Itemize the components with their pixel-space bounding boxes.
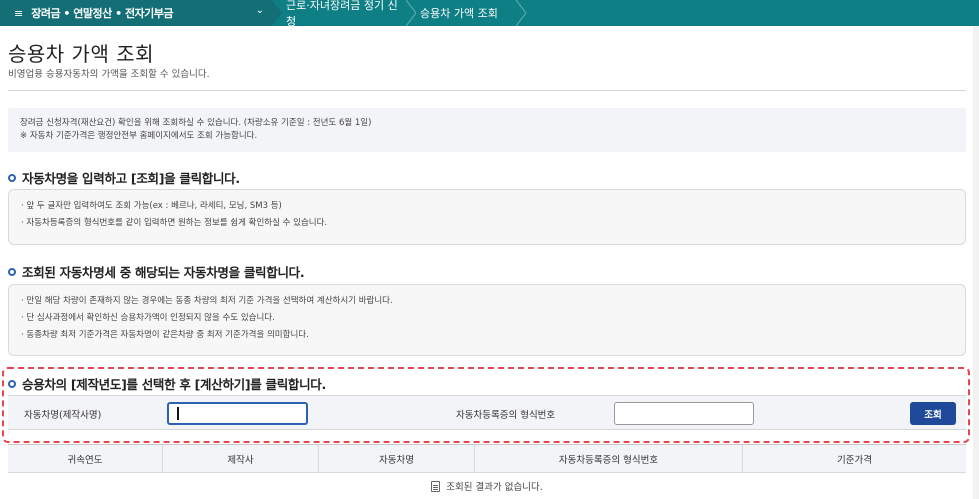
chevron-down-icon[interactable]: ⌄ — [256, 5, 264, 16]
main-menu-title: 장려금 • 연말정산 • 전자기부금 — [31, 7, 174, 20]
column-header-base-price: 기준가격 — [837, 454, 872, 466]
bullet-circle-icon — [8, 379, 16, 388]
guide-line: · 앞 두 글자만 입력하여도 조회 가능(ex : 베르나, 라세티, 모닝,… — [21, 201, 282, 211]
page-title: 승용차 가액 조회 — [8, 42, 155, 66]
guide-line: · 만일 해당 차량이 존재하지 않는 경우에는 동종 차량의 최저 기준 가격… — [21, 296, 393, 306]
step3-heading: 승용차의 [제작년도]를 선택한 후 [계산하기]를 클릭합니다. — [8, 374, 326, 393]
step3-heading-text: 승용차의 [제작년도]를 선택한 후 [계산하기]를 클릭합니다. — [22, 377, 326, 392]
model-number-input[interactable] — [614, 402, 754, 425]
step2-guide-box: · 만일 해당 차량이 존재하지 않는 경우에는 동종 차량의 최저 기준 가격… — [8, 284, 966, 356]
guide-line: · 단 심사과정에서 확인하신 승용차가액이 인정되지 않을 수도 있습니다. — [21, 313, 275, 323]
top-nav-bar: ≡ 장려금 • 연말정산 • 전자기부금 ⌄ 근로·자녀장려금 정기 신청 승용… — [0, 0, 979, 28]
car-name-input[interactable] — [167, 402, 308, 425]
step1-heading: 자동차명을 입력하고 [조회]을 클릭합니다. — [8, 168, 240, 187]
breadcrumb-label: 근로·자녀장려금 정기 신청 — [286, 0, 398, 28]
info-box: 장려금 신청자격(재산요건) 확인을 위해 조회하실 수 있습니다. (차량소유… — [8, 108, 966, 152]
column-header-year: 귀속연도 — [8, 445, 163, 472]
page-subtitle: 비영업용 승용자동차의 가액을 조회할 수 있습니다. — [8, 69, 210, 80]
empty-message: 조회된 결과가 없습니다. — [446, 482, 543, 493]
text-caret — [177, 407, 179, 420]
step1-guide-box: · 앞 두 글자만 입력하여도 조회 가능(ex : 베르나, 라세티, 모닝,… — [8, 189, 966, 245]
guide-line: · 동종차량 최저 기준가격은 자동차명이 같은차량 중 최저 기준가격을 의미… — [21, 330, 309, 340]
car-name-label: 자동차명(제작사명) — [24, 410, 102, 421]
guide-line: · 자동차등록증의 형식번호를 같이 입력하면 원하는 정보를 쉽게 확인하실 … — [21, 218, 328, 228]
document-icon — [431, 480, 441, 492]
divider — [8, 90, 966, 91]
model-number-label: 자동차등록증의 형식번호 — [456, 410, 556, 421]
info-line: 장려금 신청자격(재산요건) 확인을 위해 조회하실 수 있습니다. (차량소유… — [20, 118, 372, 128]
breadcrumb-item-1[interactable]: 근로·자녀장려금 정기 신청 — [272, 0, 406, 28]
column-header-car-name: 자동차명 — [319, 445, 475, 472]
results-empty-row: 조회된 결과가 없습니다. — [8, 473, 966, 499]
breadcrumb-separator — [516, 0, 526, 26]
results-table-header: 귀속연도 제작사 자동차명 자동차등록증의 형식번호 기준가격 — [8, 444, 966, 473]
hamburger-icon[interactable]: ≡ — [14, 7, 23, 20]
step1-heading-text: 자동차명을 입력하고 [조회]을 클릭합니다. — [22, 171, 240, 186]
bullet-circle-icon — [8, 173, 16, 182]
main-menu-dropdown[interactable]: ≡ 장려금 • 연말정산 • 전자기부금 ⌄ — [0, 0, 272, 26]
page-scrollbar[interactable] — [973, 26, 979, 499]
step2-heading-text: 조회된 자동차명세 중 해당되는 자동차명을 클릭합니다. — [22, 265, 305, 280]
column-header-model-number: 자동차등록증의 형식번호 — [475, 445, 743, 472]
info-note: ※ 자동차 기준가격은 행정안전부 홈페이지에서도 조회 가능합니다. — [20, 131, 258, 141]
search-form: 자동차명(제작사명) 자동차등록증의 형식번호 조회 — [8, 395, 966, 430]
bullet-circle-icon — [8, 267, 16, 276]
column-header-maker: 제작사 — [163, 445, 319, 472]
step2-heading: 조회된 자동차명세 중 해당되는 자동차명을 클릭합니다. — [8, 262, 305, 281]
search-button[interactable]: 조회 — [910, 402, 956, 425]
breadcrumb-item-2[interactable]: 승용차 가액 조회 — [406, 0, 516, 26]
breadcrumb-label: 승용차 가액 조회 — [420, 7, 498, 20]
